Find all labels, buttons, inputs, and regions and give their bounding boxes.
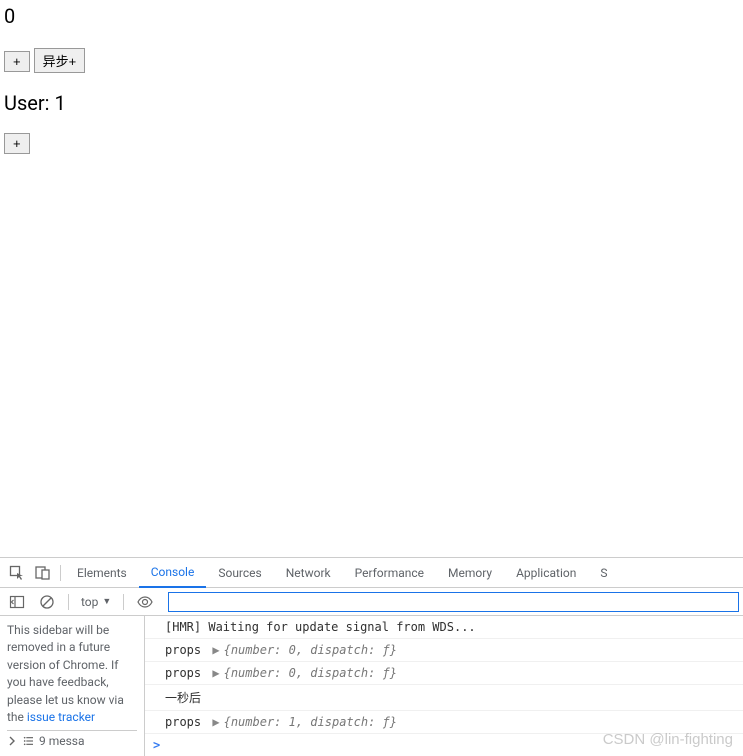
prompt-icon: > bbox=[153, 738, 160, 752]
console-log-label: props bbox=[165, 666, 208, 680]
console-filter-input[interactable] bbox=[168, 592, 739, 612]
console-log-label: props bbox=[165, 643, 208, 657]
context-label: top bbox=[81, 595, 98, 609]
sidebar-notice-text: This sidebar will be removed in a future… bbox=[7, 623, 124, 724]
console-row[interactable]: [HMR] Waiting for update signal from WDS… bbox=[145, 616, 743, 639]
chevron-down-icon: ▼ bbox=[102, 596, 111, 607]
button-row-2: + bbox=[4, 133, 739, 154]
object-preview[interactable]: {number: 1, dispatch: ƒ} bbox=[224, 715, 397, 729]
sidebar-notice: This sidebar will be removed in a future… bbox=[7, 622, 137, 726]
sidebar-footer-text: 9 messa bbox=[39, 733, 85, 750]
divider bbox=[123, 594, 124, 610]
console-row[interactable]: props ▶ {number: 0, dispatch: ƒ} bbox=[145, 639, 743, 662]
app-content: 0 + 异步+ User: 1 + bbox=[0, 0, 743, 557]
divider bbox=[60, 565, 61, 581]
object-preview[interactable]: {number: 0, dispatch: ƒ} bbox=[224, 666, 397, 680]
console-prompt[interactable]: > bbox=[145, 734, 743, 756]
tab-elements[interactable]: Elements bbox=[65, 558, 139, 588]
devtools-body: This sidebar will be removed in a future… bbox=[0, 616, 743, 756]
console-row[interactable]: 一秒后 bbox=[145, 685, 743, 711]
user-label: User: 1 bbox=[4, 91, 739, 115]
increment-button[interactable]: + bbox=[4, 51, 30, 72]
device-toggle-icon[interactable] bbox=[30, 558, 56, 588]
context-selector[interactable]: top ▼ bbox=[77, 595, 115, 609]
tab-console[interactable]: Console bbox=[139, 558, 207, 588]
tab-sources[interactable]: Sources bbox=[206, 558, 273, 588]
expand-icon[interactable]: ▶ bbox=[212, 666, 219, 680]
second-increment-button[interactable]: + bbox=[4, 133, 30, 154]
console-row[interactable]: props ▶ {number: 1, dispatch: ƒ} bbox=[145, 711, 743, 734]
console-log-label: props bbox=[165, 715, 208, 729]
tab-more[interactable]: S bbox=[588, 558, 619, 588]
eye-icon[interactable] bbox=[132, 587, 158, 617]
devtools-tabs: Elements Console Sources Network Perform… bbox=[0, 558, 743, 588]
expand-icon[interactable]: ▶ bbox=[212, 643, 219, 657]
async-increment-button[interactable]: 异步+ bbox=[34, 48, 86, 73]
button-row-1: + 异步+ bbox=[4, 48, 739, 73]
tab-performance[interactable]: Performance bbox=[343, 558, 436, 588]
chevron-right-icon bbox=[7, 736, 17, 746]
console-toolbar: top ▼ bbox=[0, 588, 743, 616]
tab-memory[interactable]: Memory bbox=[436, 558, 504, 588]
console-row[interactable]: props ▶ {number: 0, dispatch: ƒ} bbox=[145, 662, 743, 685]
issue-tracker-link[interactable]: issue tracker bbox=[27, 710, 95, 724]
counter-value: 0 bbox=[4, 4, 739, 28]
sidebar-toggle-icon[interactable] bbox=[4, 587, 30, 617]
devtools-panel: Elements Console Sources Network Perform… bbox=[0, 557, 743, 756]
tab-network[interactable]: Network bbox=[274, 558, 343, 588]
console-sidebar: This sidebar will be removed in a future… bbox=[0, 616, 145, 756]
tab-application[interactable]: Application bbox=[504, 558, 588, 588]
divider bbox=[68, 594, 69, 610]
clear-console-icon[interactable] bbox=[34, 587, 60, 617]
sidebar-footer[interactable]: 9 messa bbox=[7, 730, 137, 750]
console-output[interactable]: [HMR] Waiting for update signal from WDS… bbox=[145, 616, 743, 756]
expand-icon[interactable]: ▶ bbox=[212, 715, 219, 729]
object-preview[interactable]: {number: 0, dispatch: ƒ} bbox=[224, 643, 397, 657]
inspect-icon[interactable] bbox=[4, 558, 30, 588]
list-icon bbox=[23, 736, 33, 746]
